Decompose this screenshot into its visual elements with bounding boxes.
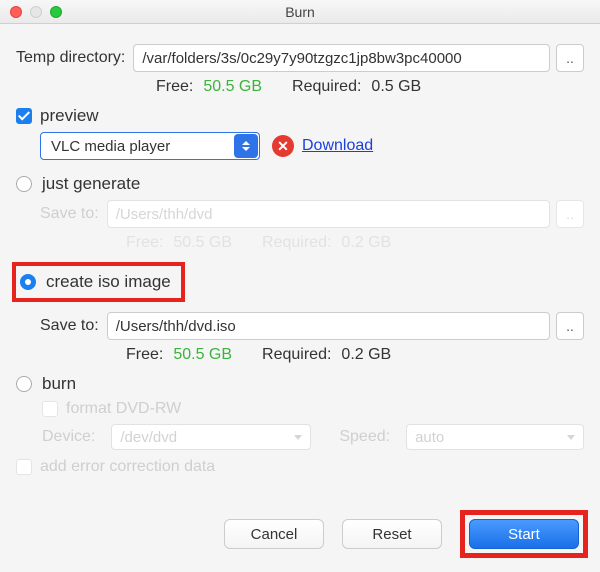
highlight-box: create iso image: [12, 262, 185, 302]
temp-dir-row: Temp directory: ..: [16, 44, 584, 72]
burn-label: burn: [42, 374, 76, 394]
speed-value: auto: [415, 429, 444, 446]
device-select: /dev/dvd: [111, 424, 311, 450]
just-generate-radio[interactable]: [16, 176, 32, 192]
error-correction-label: add error correction data: [40, 458, 215, 476]
iso-storage-info: Free: 50.5 GB Required: 0.2 GB: [16, 346, 584, 364]
required-label: Required:: [262, 346, 331, 364]
temp-storage-info: Free: 50.5 GB Required: 0.5 GB: [16, 78, 584, 96]
device-speed-row: Device: /dev/dvd Speed: auto: [16, 424, 584, 450]
error-correction-row: add error correction data: [16, 458, 584, 476]
titlebar: Burn: [0, 0, 600, 24]
create-iso-label: create iso image: [46, 272, 171, 292]
preview-checkbox[interactable]: [16, 108, 32, 124]
just-generate-label: just generate: [42, 174, 140, 194]
required-label: Required:: [262, 234, 331, 252]
cancel-button[interactable]: Cancel: [224, 519, 324, 549]
button-bar: Cancel Reset Start: [0, 494, 600, 572]
free-label: Free:: [156, 78, 193, 96]
justgen-save-label: Save to:: [40, 205, 99, 223]
start-button[interactable]: Start: [469, 519, 579, 549]
create-iso-row: create iso image: [12, 262, 584, 302]
format-label: format DVD-RW: [66, 400, 181, 418]
free-value: 50.5 GB: [203, 78, 262, 96]
iso-browse-button[interactable]: ..: [556, 312, 584, 340]
justgen-save-row: Save to: ..: [16, 200, 584, 228]
iso-save-input[interactable]: [107, 312, 550, 340]
window-title: Burn: [0, 4, 600, 20]
iso-save-label: Save to:: [40, 317, 99, 335]
player-row: ✕ Download: [16, 132, 584, 160]
speed-label: Speed:: [339, 428, 390, 446]
chevron-updown-icon: [234, 134, 258, 158]
free-value: 50.5 GB: [173, 234, 232, 252]
download-link[interactable]: Download: [302, 137, 373, 155]
error-correction-checkbox: [16, 459, 32, 475]
device-label: Device:: [42, 428, 95, 446]
burn-row: burn: [16, 374, 584, 394]
temp-dir-label: Temp directory:: [16, 49, 125, 67]
chevron-down-icon: [294, 435, 302, 440]
error-icon: ✕: [272, 135, 294, 157]
player-select[interactable]: [40, 132, 260, 160]
speed-select: auto: [406, 424, 584, 450]
free-value: 50.5 GB: [173, 346, 232, 364]
free-label: Free:: [126, 234, 163, 252]
create-iso-radio[interactable]: [20, 274, 36, 290]
justgen-browse-button: ..: [556, 200, 584, 228]
temp-dir-browse-button[interactable]: ..: [556, 44, 584, 72]
required-value: 0.5 GB: [371, 78, 421, 96]
device-value: /dev/dvd: [120, 429, 177, 446]
format-row: format DVD-RW: [16, 400, 584, 418]
required-value: 0.2 GB: [341, 346, 391, 364]
format-checkbox: [42, 401, 58, 417]
highlight-box: Start: [460, 510, 588, 558]
required-label: Required:: [292, 78, 361, 96]
just-generate-row: just generate: [16, 174, 584, 194]
required-value: 0.2 GB: [341, 234, 391, 252]
preview-row: preview: [16, 106, 584, 126]
justgen-save-input: [107, 200, 550, 228]
preview-label: preview: [40, 106, 99, 126]
justgen-storage-info: Free: 50.5 GB Required: 0.2 GB: [16, 234, 584, 252]
reset-button[interactable]: Reset: [342, 519, 442, 549]
free-label: Free:: [126, 346, 163, 364]
chevron-down-icon: [567, 435, 575, 440]
burn-radio[interactable]: [16, 376, 32, 392]
iso-save-row: Save to: ..: [16, 312, 584, 340]
temp-dir-input[interactable]: [133, 44, 550, 72]
